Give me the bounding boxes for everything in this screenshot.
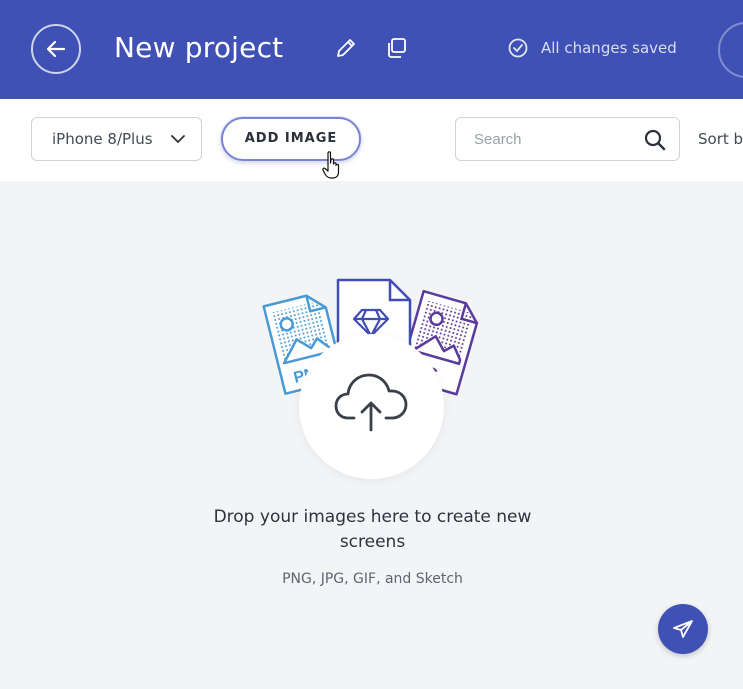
app-header: New project All changes saved xyxy=(0,0,743,99)
send-feedback-button[interactable] xyxy=(658,604,708,654)
search-icon[interactable] xyxy=(644,129,666,151)
upload-dropzone[interactable] xyxy=(299,334,444,479)
supported-formats: PNG, JPG, GIF, and Sketch xyxy=(282,571,463,587)
paper-plane-icon xyxy=(673,620,693,638)
save-status-text: All changes saved xyxy=(541,39,677,57)
search-box[interactable] xyxy=(455,117,680,161)
save-status: All changes saved xyxy=(508,38,677,58)
project-title[interactable]: New project xyxy=(114,31,283,64)
copy-icon[interactable] xyxy=(385,37,407,59)
chevron-down-icon xyxy=(171,135,185,144)
device-select[interactable]: iPhone 8/Plus xyxy=(31,117,202,161)
toolbar: iPhone 8/Plus ADD IMAGE Sort b xyxy=(0,99,743,181)
search-input[interactable] xyxy=(474,128,634,150)
avatar[interactable] xyxy=(718,22,743,78)
cloud-upload-icon xyxy=(334,373,408,432)
hand-cursor-icon xyxy=(322,151,340,179)
sort-label[interactable]: Sort b xyxy=(698,130,743,148)
device-select-value: iPhone 8/Plus xyxy=(52,130,153,148)
pencil-icon[interactable] xyxy=(335,37,357,59)
check-circle-icon xyxy=(508,38,528,58)
empty-state-message: Drop your images here to create new scre… xyxy=(213,507,532,552)
arrow-left-icon xyxy=(46,40,66,58)
back-button[interactable] xyxy=(31,24,81,74)
